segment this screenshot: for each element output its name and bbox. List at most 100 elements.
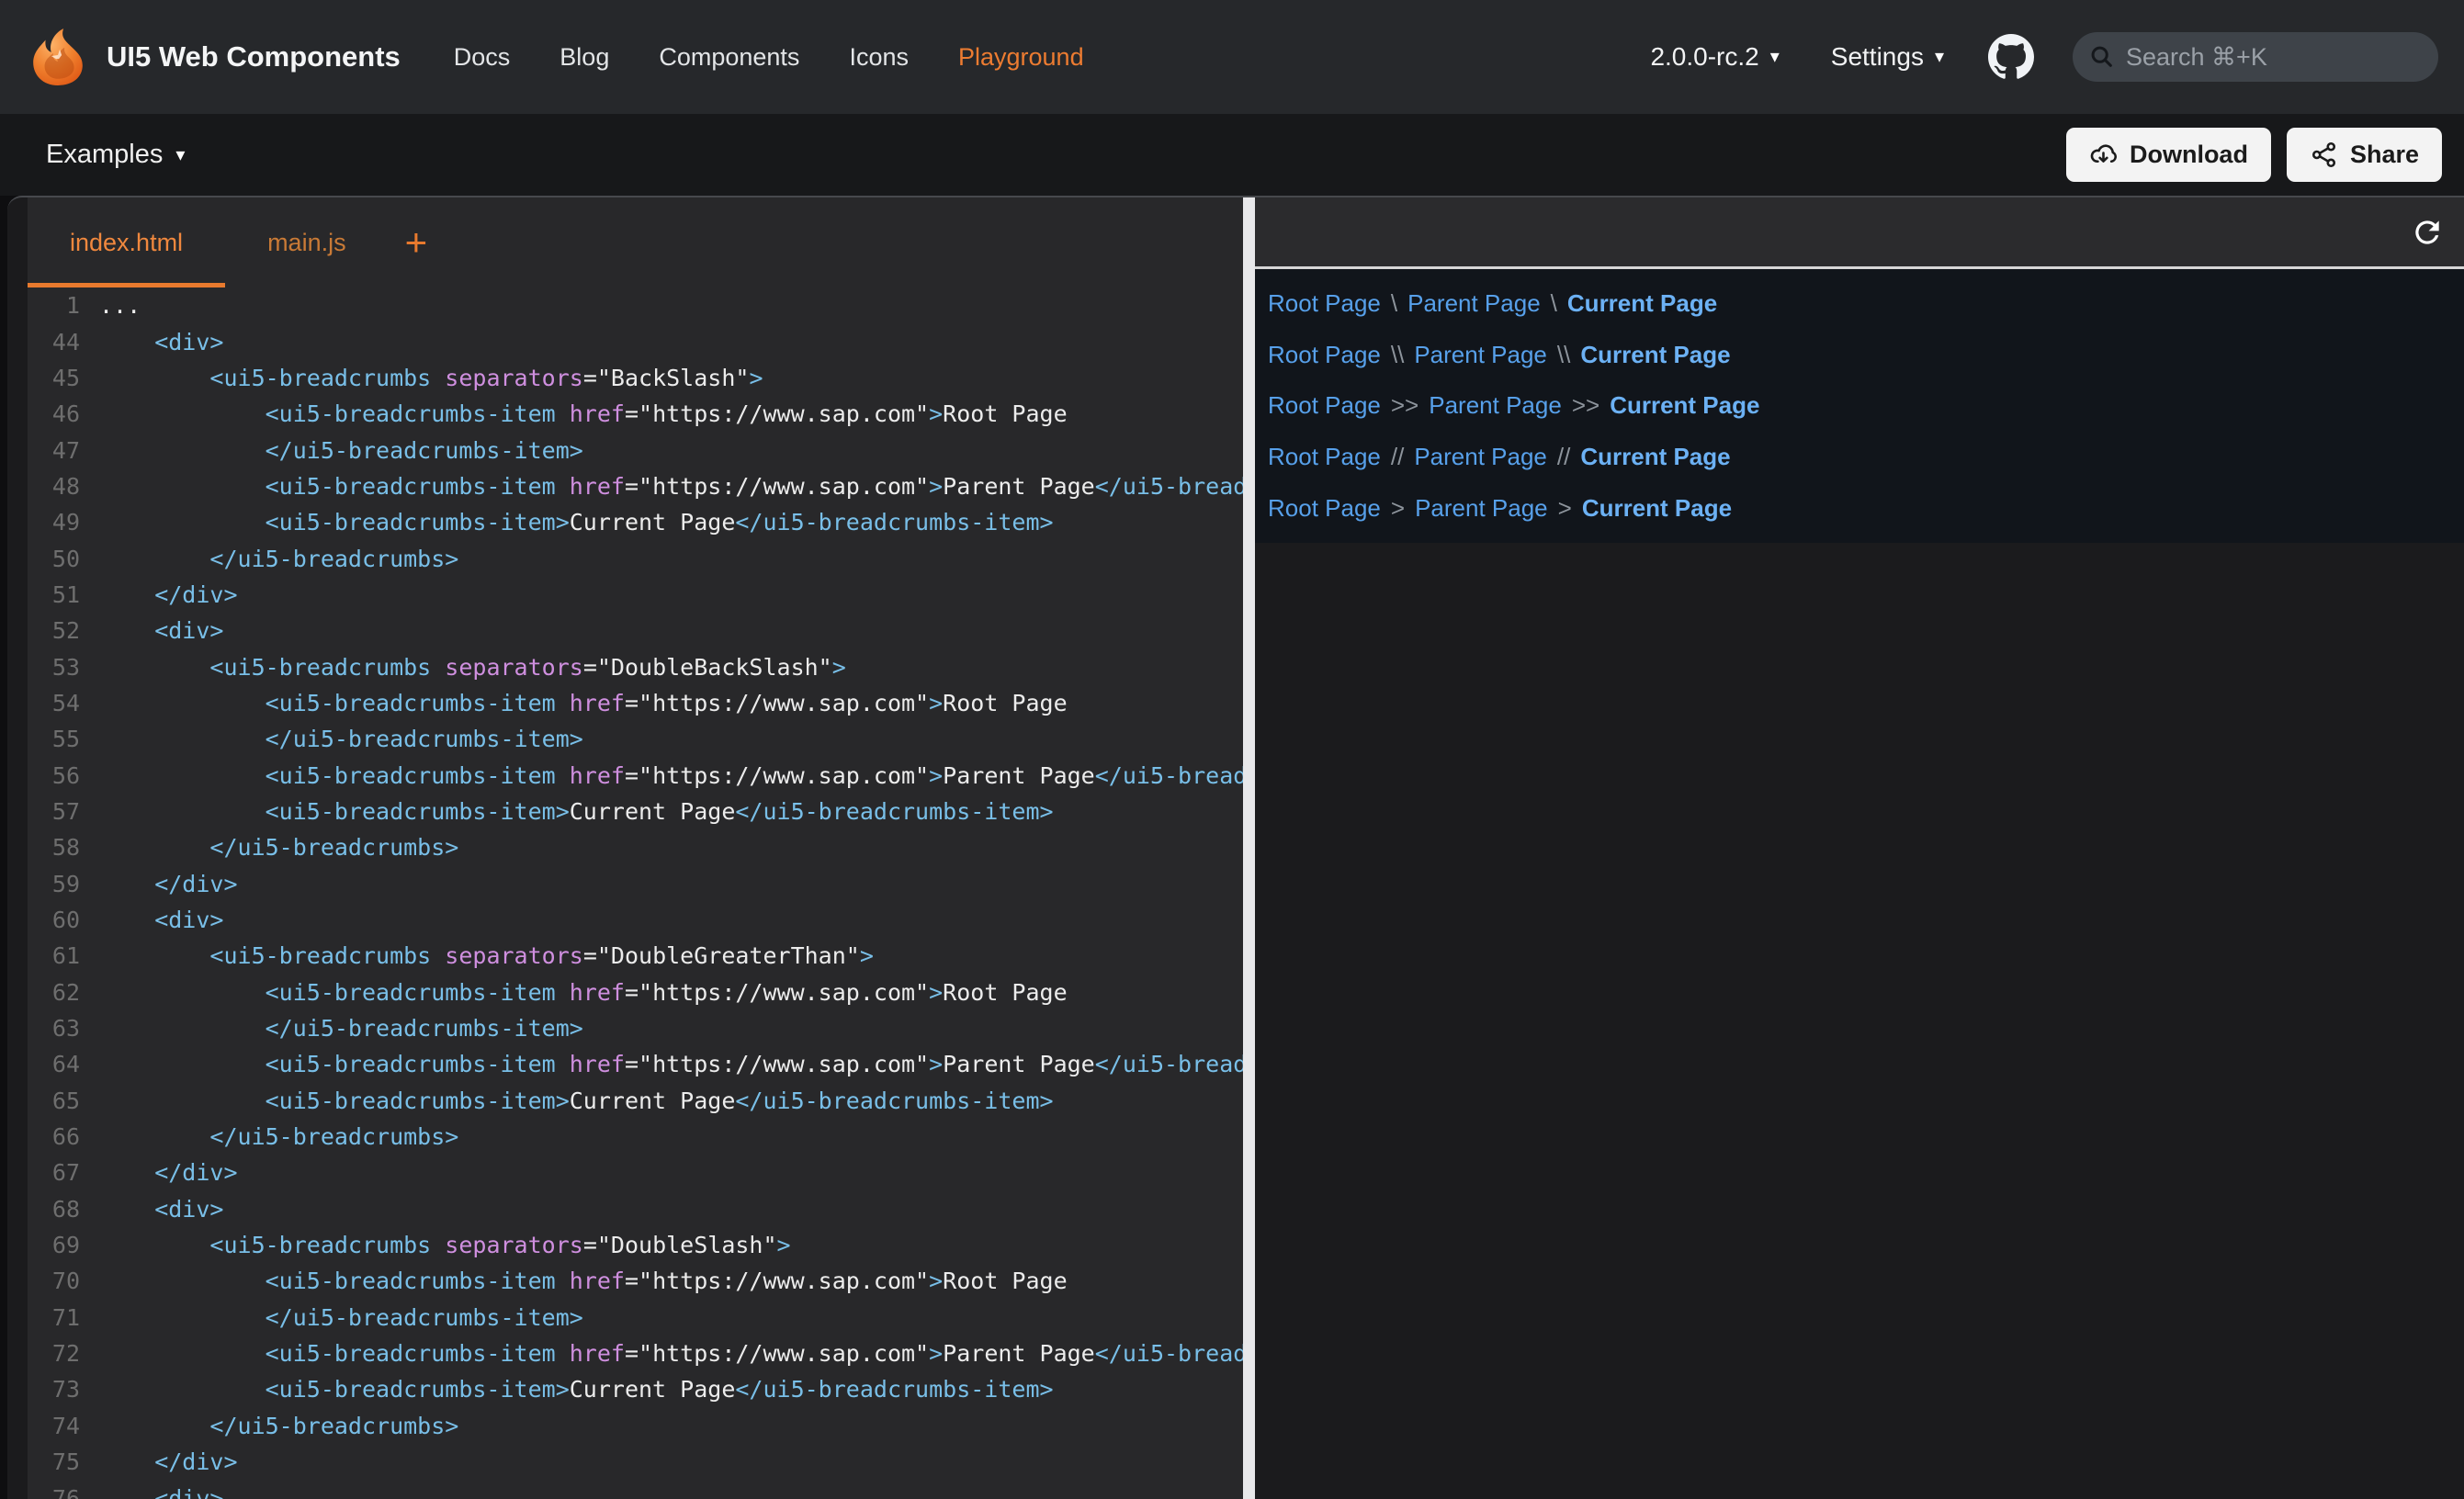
code-token: <ui5-breadcrumbs: [99, 942, 431, 969]
breadcrumb-current: Current Page: [1580, 341, 1730, 369]
line-number: 58: [28, 834, 80, 861]
code-line: 68 <div>: [28, 1191, 1243, 1227]
panel-splitter[interactable]: [1243, 197, 1255, 1499]
code-token: </ui5-breadcrumbs-item>: [735, 1088, 1053, 1114]
breadcrumb-current: Current Page: [1567, 289, 1717, 318]
settings-dropdown[interactable]: Settings ▾: [1831, 42, 1944, 72]
code-token: <ui5-breadcrumbs-item: [99, 979, 556, 1006]
code-token: >: [929, 979, 943, 1006]
code-token: </ui5-breadcrumbs-item>: [735, 798, 1053, 825]
nav-item-blog[interactable]: Blog: [559, 43, 609, 72]
github-icon[interactable]: [1988, 34, 2034, 80]
breadcrumb-link-root[interactable]: Root Page: [1268, 494, 1381, 523]
tab-index-html[interactable]: index.html: [28, 197, 225, 287]
code-token: </div>: [99, 581, 238, 608]
code-line: 46 <ui5-breadcrumbs-item href="https://w…: [28, 396, 1243, 432]
line-number: 53: [28, 654, 80, 681]
breadcrumb-link-parent[interactable]: Parent Page: [1415, 494, 1548, 523]
code-line: 73 <ui5-breadcrumbs-item>Current Page</u…: [28, 1371, 1243, 1407]
code-token: ="DoubleSlash": [583, 1232, 777, 1258]
code-token: Root Page: [943, 1268, 1067, 1294]
code-token: </ui5-breadcrumbs-item>: [99, 1015, 583, 1042]
code-token: ="DoubleGreaterThan": [583, 942, 860, 969]
site-title[interactable]: UI5 Web Components: [107, 40, 401, 73]
code-token: href: [556, 1051, 625, 1077]
breadcrumb-link-parent[interactable]: Parent Page: [1407, 289, 1541, 318]
code-line-content: </div>: [80, 871, 238, 897]
nav-item-docs[interactable]: Docs: [454, 43, 511, 72]
code-token: <ui5-breadcrumbs-item>: [99, 798, 570, 825]
code-token: </ui5-breadcrumbs>: [99, 546, 458, 572]
code-line: 1...: [28, 287, 1243, 323]
code-token: ="DoubleBackSlash": [583, 654, 832, 681]
breadcrumb-link-parent[interactable]: Parent Page: [1414, 443, 1547, 471]
breadcrumb-separator: >>: [1572, 391, 1599, 420]
code-token: </ui5-breadcrumbs-item>: [1095, 473, 1243, 500]
breadcrumb-separator: \: [1391, 289, 1397, 318]
breadcrumb-row: Root Page\\Parent Page\\Current Page: [1268, 330, 2464, 381]
code-line-content: <ui5-breadcrumbs-item href="https://www.…: [80, 1340, 1243, 1367]
code-token: <div>: [99, 1196, 223, 1223]
code-token: <ui5-breadcrumbs-item: [99, 690, 556, 716]
examples-dropdown[interactable]: Examples ▾: [46, 140, 185, 170]
code-token: </div>: [99, 871, 238, 897]
code-line-content: <ui5-breadcrumbs-item href="https://www.…: [80, 400, 1068, 427]
share-button[interactable]: Share: [2287, 128, 2442, 182]
breadcrumb-link-parent[interactable]: Parent Page: [1414, 341, 1547, 369]
code-line: 69 <ui5-breadcrumbs separators="DoubleSl…: [28, 1227, 1243, 1263]
nav-item-icons[interactable]: Icons: [849, 43, 909, 72]
code-token: >: [929, 690, 943, 716]
code-token: </ui5-breadcrumbs-item>: [99, 726, 583, 752]
line-number: 71: [28, 1304, 80, 1331]
code-token: <ui5-breadcrumbs-item: [99, 400, 556, 427]
code-token: >: [777, 1232, 791, 1258]
code-token: separators: [431, 654, 583, 681]
code-line: 47 </ui5-breadcrumbs-item>: [28, 432, 1243, 468]
code-token: href: [556, 762, 625, 789]
code-token: ="https://www.sap.com": [625, 762, 929, 789]
nav-item-components[interactable]: Components: [659, 43, 799, 72]
code-line-content: <ui5-breadcrumbs-item>Current Page</ui5-…: [80, 1088, 1054, 1114]
code-line-content: <ui5-breadcrumbs-item href="https://www.…: [80, 762, 1243, 789]
nav-item-playground[interactable]: Playground: [958, 43, 1084, 72]
version-dropdown[interactable]: 2.0.0-rc.2 ▾: [1650, 42, 1779, 72]
line-number: 45: [28, 365, 80, 391]
code-line-content: <ui5-breadcrumbs-item href="https://www.…: [80, 473, 1243, 500]
line-number: 75: [28, 1448, 80, 1475]
code-line-content: <ui5-breadcrumbs-item>Current Page</ui5-…: [80, 798, 1054, 825]
code-token: ...: [99, 292, 141, 319]
code-token: >: [929, 473, 943, 500]
code-line-content: <ui5-breadcrumbs-item>Current Page</ui5-…: [80, 509, 1054, 535]
chevron-down-icon: ▾: [175, 146, 185, 164]
code-line-content: </ui5-breadcrumbs-item>: [80, 1304, 583, 1331]
code-token: <ui5-breadcrumbs-item: [99, 762, 556, 789]
code-line: 49 <ui5-breadcrumbs-item>Current Page</u…: [28, 504, 1243, 540]
breadcrumb-separator: //: [1391, 443, 1404, 471]
code-token: </ui5-breadcrumbs-item>: [99, 1304, 583, 1331]
code-line: 63 </ui5-breadcrumbs-item>: [28, 1010, 1243, 1046]
code-line: 59 </div>: [28, 866, 1243, 902]
code-token: href: [556, 473, 625, 500]
tab-main-js[interactable]: main.js: [225, 197, 389, 287]
search-box[interactable]: [2073, 32, 2438, 82]
breadcrumb-link-root[interactable]: Root Page: [1268, 289, 1381, 318]
code-line: 57 <ui5-breadcrumbs-item>Current Page</u…: [28, 794, 1243, 829]
code-line: 70 <ui5-breadcrumbs-item href="https://w…: [28, 1263, 1243, 1299]
breadcrumb-link-root[interactable]: Root Page: [1268, 443, 1381, 471]
code-token: >: [860, 942, 874, 969]
line-number: 51: [28, 581, 80, 608]
refresh-button[interactable]: [2407, 212, 2447, 253]
ui5-logo-icon[interactable]: [28, 27, 88, 87]
editor-tabbar: index.html main.js +: [28, 197, 1243, 287]
code-line: 74 </ui5-breadcrumbs>: [28, 1408, 1243, 1444]
breadcrumb-link-root[interactable]: Root Page: [1268, 341, 1381, 369]
code-token: <div>: [99, 907, 223, 933]
breadcrumb-link-root[interactable]: Root Page: [1268, 391, 1381, 420]
download-button[interactable]: Download: [2066, 128, 2271, 182]
code-line: 53 <ui5-breadcrumbs separators="DoubleBa…: [28, 648, 1243, 684]
breadcrumb-link-parent[interactable]: Parent Page: [1429, 391, 1562, 420]
settings-label: Settings: [1831, 42, 1924, 72]
code-editor[interactable]: 1...44 <div>45 <ui5-breadcrumbs separato…: [28, 287, 1243, 1499]
search-input[interactable]: [2126, 43, 2422, 72]
new-tab-button[interactable]: +: [389, 197, 445, 287]
